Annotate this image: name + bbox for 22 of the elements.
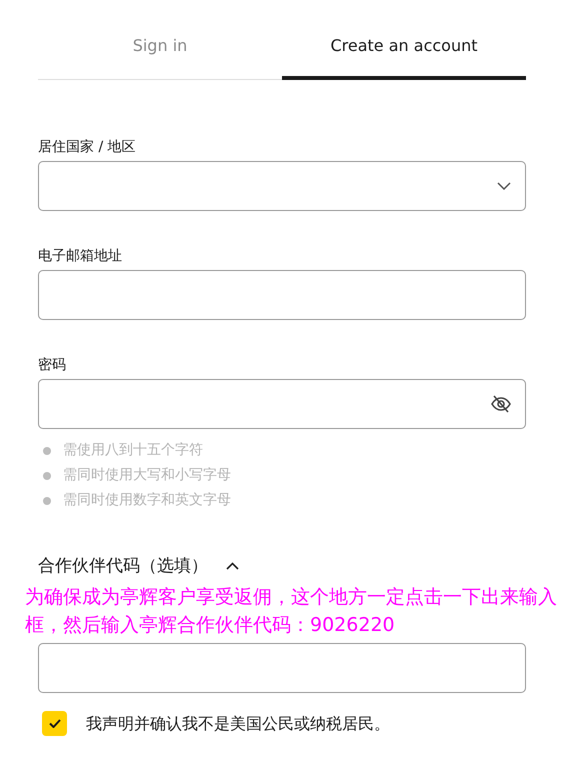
- field-label: 密码: [38, 356, 67, 374]
- bullet-icon: [43, 446, 51, 454]
- bullet-icon: [43, 472, 51, 480]
- check-icon: [48, 719, 60, 728]
- field-label: 电子邮箱地址: [38, 247, 123, 265]
- declaration-checkbox[interactable]: [42, 711, 67, 736]
- password-rule: 需同时使用大写和小写字母: [63, 467, 231, 484]
- password-field[interactable]: [38, 379, 526, 429]
- partner-code-field[interactable]: [38, 643, 526, 693]
- chevron-up-icon: [226, 562, 239, 570]
- country-select[interactable]: [38, 161, 526, 211]
- bullet-icon: [43, 496, 51, 504]
- tab[interactable]: Create an account: [282, 30, 526, 80]
- field-label: 居住国家 / 地区: [38, 138, 137, 156]
- password-rule: 需使用八到十五个字符: [63, 442, 203, 459]
- password-rule: 需同时使用数字和英文字母: [63, 492, 231, 509]
- declaration-text: 我声明并确认我不是美国公民或纳税居民。: [86, 714, 390, 734]
- eye-slash-icon[interactable]: [491, 395, 511, 413]
- email-field[interactable]: [38, 270, 526, 320]
- partner-code-toggle[interactable]: 合作伙伴代码（选填）: [38, 555, 239, 577]
- annotation-text: 为确保成为亭辉客户享受返佣，这个地方一定点击一下出来输入框，然后输入亭辉合作伙伴代码：9026220: [25, 585, 558, 638]
- chevron-down-icon: [497, 182, 511, 190]
